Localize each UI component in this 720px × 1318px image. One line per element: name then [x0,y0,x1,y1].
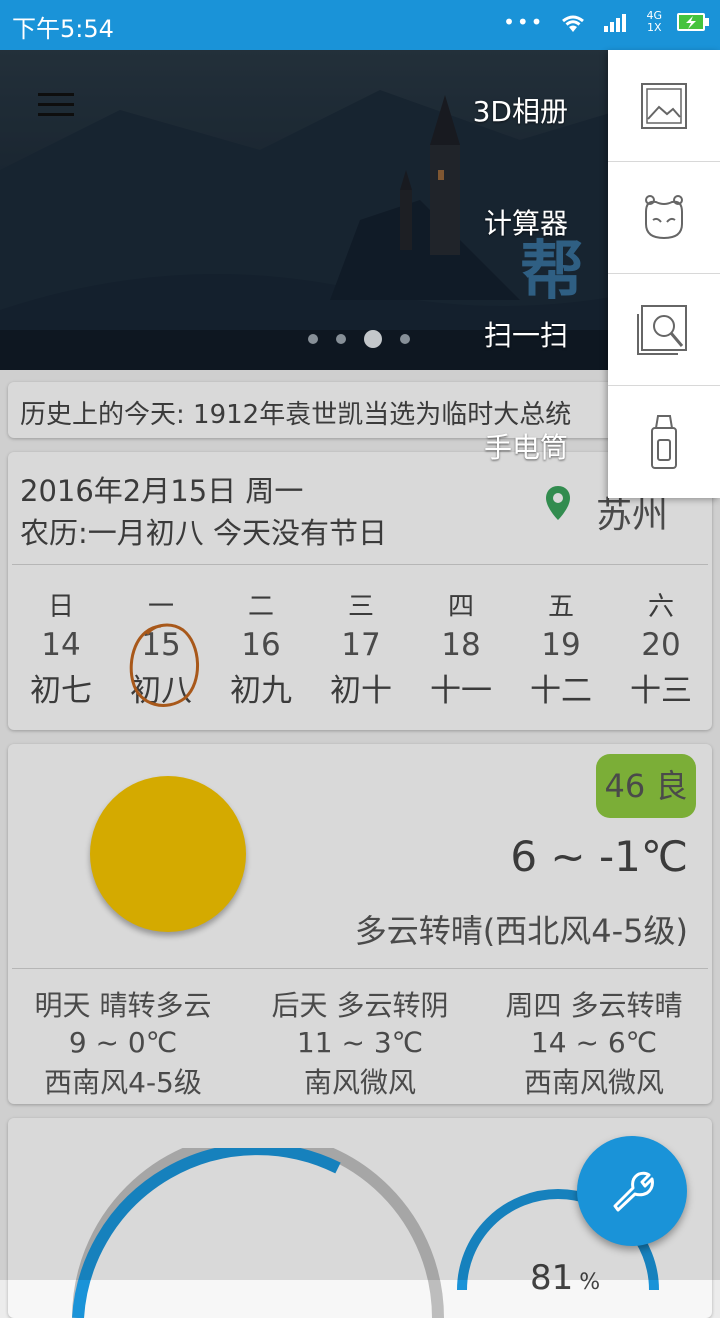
day-column[interactable]: 日 14 初七 [11,586,111,710]
menu-item-3d-album[interactable] [608,50,720,162]
forecast-day[interactable]: 周四 多云转晴 14 ~ 6℃ 西南风微风 [478,984,710,1101]
lunar-day: 十三 [630,673,692,709]
current-temperature: 6 ~ -1℃ [510,832,688,881]
weather-description: 多云转晴(西北风4-5级) [354,912,688,950]
tools-fab-button[interactable] [577,1136,687,1246]
day-number: 16 [241,627,281,663]
forecast-wind: 西南风4-5级 [44,1066,202,1099]
weekday-label: 五 [547,592,574,622]
day-column[interactable]: 二 16 初九 [211,586,311,710]
day-number: 19 [541,627,581,663]
menu-label-calculator[interactable]: 计算器 [484,202,568,242]
more-dots-icon: ••• [503,10,545,34]
day-number: 18 [441,627,481,663]
lunar-day: 十二 [530,673,592,709]
menu-label-scan[interactable]: 扫一扫 [484,314,568,354]
banner-pagination [308,330,410,348]
today-circle-mark [129,623,199,707]
forecast-temp: 14 ~ 6℃ [530,1026,658,1059]
location-pin-icon [546,486,570,520]
sunny-weather-icon [90,776,246,932]
menu-label-flashlight[interactable]: 手电筒 [484,426,568,466]
date-line: 2016年2月15日 周一 [20,474,304,508]
lunar-line: 农历:一月初八 今天没有节日 [20,516,387,550]
page-dot[interactable] [400,334,410,344]
weekday-label: 二 [247,592,274,622]
wrench-icon [613,1171,654,1212]
menu-item-scan[interactable] [608,274,720,386]
weekday-label: 三 [347,592,374,622]
weather-divider [12,968,708,969]
day-column[interactable]: 六 20 十三 [611,586,711,710]
battery-icon [677,13,709,31]
weekday-label: 四 [447,592,474,622]
forecast-title: 后天 多云转阴 [271,989,449,1022]
day-number: 14 [41,627,81,663]
picture-icon [641,82,687,129]
hamburger-menu-icon[interactable] [36,90,76,120]
status-time: 下午5:54 [12,15,114,43]
history-card[interactable]: 历史上的今天: 1912年袁世凯当选为临时大总统 [8,382,712,438]
forecast-day[interactable]: 后天 多云转阴 11 ~ 3℃ 南风微风 [244,984,476,1101]
network-type: 4G 1X [646,9,662,34]
lunar-day: 十一 [430,673,492,709]
page-dot[interactable] [336,334,346,344]
day-number: 20 [641,627,681,663]
status-bar: 下午5:54 ••• 4G 1X [0,0,720,50]
forecast-wind: 西南风微风 [523,1066,664,1099]
weather-card[interactable]: 46 良 6 ~ -1℃ 多云转晴(西北风4-5级) 明天 晴转多云 9 ~ 0… [8,744,712,1104]
page-dot-active[interactable] [364,330,382,348]
aqi-badge[interactable]: 46 良 [596,754,696,818]
day-number: 17 [341,627,381,663]
scan-search-icon [637,304,687,355]
wifi-icon [562,15,585,32]
day-column[interactable]: 四 18 十一 [411,586,511,710]
forecast-temp: 9 ~ 0℃ [68,1026,178,1059]
forecast-title: 明天 晴转多云 [34,989,212,1022]
lunar-day: 初七 [30,673,92,709]
date-divider [12,564,708,565]
forecast-title: 周四 多云转晴 [505,989,683,1022]
weekday-label: 一 [147,592,174,622]
flashlight-icon [651,414,677,469]
menu-label-3d-album[interactable]: 3D相册 [473,90,568,130]
status-icons: ••• 4G 1X [503,10,710,34]
robot-icon [645,194,683,239]
menu-item-flashlight[interactable] [608,386,720,497]
day-column-today[interactable]: 一 15 初八 [111,586,211,710]
forecast-temp: 11 ~ 3℃ [296,1026,424,1059]
day-column[interactable]: 五 19 十二 [511,586,611,710]
weekday-label: 六 [647,592,674,622]
forecast-day[interactable]: 明天 晴转多云 9 ~ 0℃ 西南风4-5级 [8,984,238,1101]
large-usage-gauge [72,1148,444,1318]
forecast-wind: 南风微风 [303,1066,416,1099]
weekday-label: 日 [47,592,74,622]
small-gauge-value: 81% [530,1258,601,1298]
lunar-day: 初十 [330,673,392,709]
signal-icon [604,14,627,32]
menu-item-calculator[interactable] [608,162,720,274]
lunar-day: 初九 [230,673,292,709]
day-column[interactable]: 三 17 初十 [311,586,411,710]
page-dot[interactable] [308,334,318,344]
date-card[interactable]: 2016年2月15日 周一 农历:一月初八 今天没有节日 苏州 日 14 初七 … [8,452,712,730]
quick-tools-menu [608,50,720,498]
